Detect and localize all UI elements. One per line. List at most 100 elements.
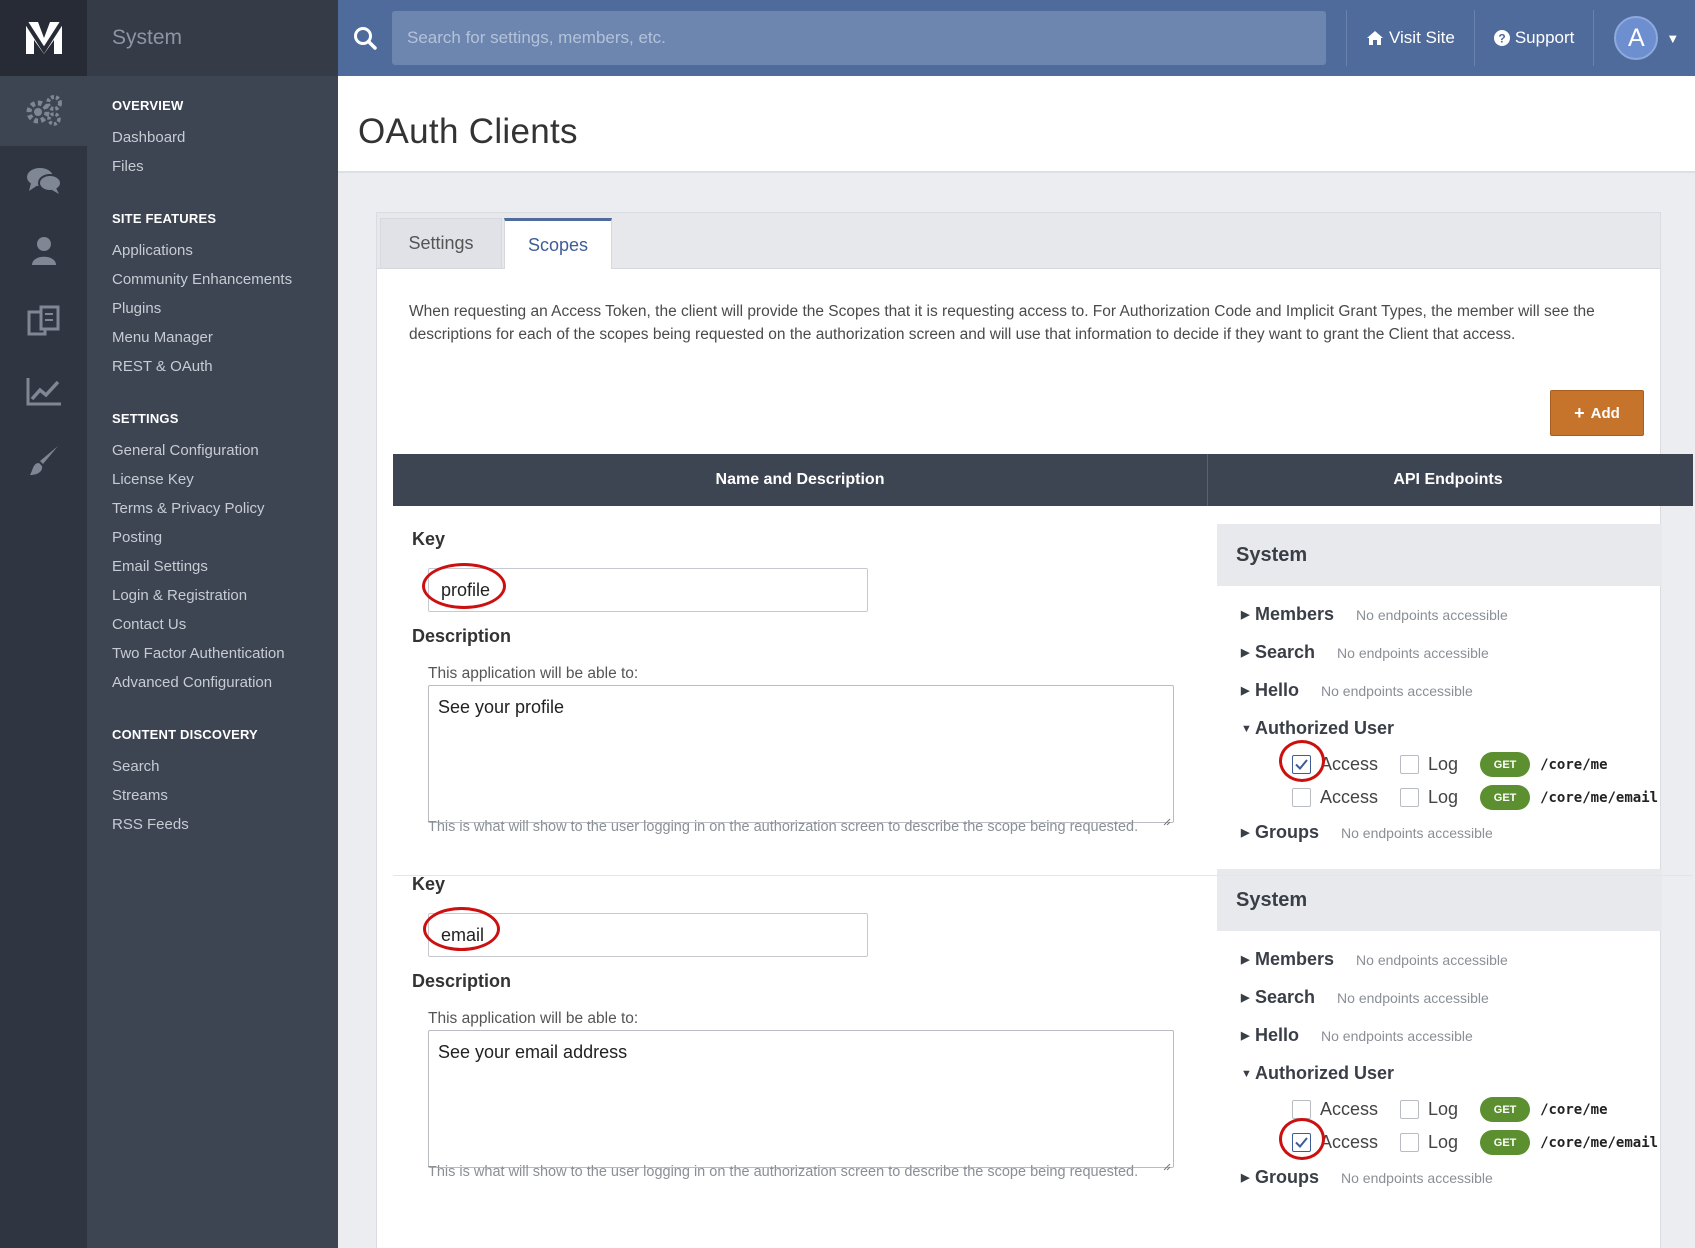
nav-section: OVERVIEW Dashboard Files: [87, 98, 338, 181]
pages-icon[interactable]: [0, 286, 87, 356]
able-to-hint: This application will be able to:: [428, 1010, 639, 1027]
no-endpoints-text: No endpoints accessible: [1321, 682, 1473, 699]
nav-item[interactable]: Two Factor Authentication: [112, 639, 338, 668]
search-icon[interactable]: [338, 26, 392, 50]
access-checkbox[interactable]: [1292, 1100, 1311, 1119]
nav-item[interactable]: Search: [112, 752, 338, 781]
brush-icon[interactable]: [0, 426, 87, 496]
nav-item[interactable]: Files: [112, 152, 338, 181]
access-checkbox[interactable]: [1292, 788, 1311, 807]
caret-right-icon: ▶: [1241, 992, 1250, 1004]
nav-item[interactable]: Terms & Privacy Policy: [112, 494, 338, 523]
nav-item[interactable]: Posting: [112, 523, 338, 552]
nav-item[interactable]: Email Settings: [112, 552, 338, 581]
nav-item[interactable]: Dashboard: [112, 123, 338, 152]
resize-grip-icon[interactable]: [1161, 810, 1171, 826]
log-label: Log: [1428, 754, 1459, 774]
nav-item[interactable]: Streams: [112, 781, 338, 810]
endpoint-group-name: Groups: [1255, 822, 1320, 842]
add-scope-button[interactable]: + Add: [1550, 390, 1644, 436]
chat-icon[interactable]: [0, 146, 87, 216]
gears-icon[interactable]: [0, 76, 87, 146]
nav-item[interactable]: Plugins: [112, 294, 338, 323]
endpoint-path: /core/me/email: [1540, 789, 1659, 806]
log-label: Log: [1428, 1099, 1459, 1119]
endpoint-group-toggle[interactable]: ▶ Search No endpoints accessible: [1241, 642, 1489, 663]
search-input[interactable]: Search for settings, members, etc.: [392, 11, 1326, 65]
endpoint-group-name: Members: [1255, 949, 1335, 969]
endpoint-path: /core/me: [1540, 1101, 1608, 1118]
scope-description-textarea[interactable]: See your email address: [428, 1030, 1174, 1171]
scope-description-textarea[interactable]: See your profile: [428, 685, 1174, 826]
endpoint-group-toggle[interactable]: ▶ Members No endpoints accessible: [1241, 604, 1508, 625]
log-checkbox[interactable]: [1400, 1133, 1420, 1152]
log-option: Log: [1400, 1099, 1458, 1120]
endpoint-group-toggle[interactable]: ▼ Authorized User: [1241, 1063, 1394, 1084]
endpoint-group-toggle[interactable]: ▶ Groups No endpoints accessible: [1241, 822, 1493, 843]
endpoint-group-toggle[interactable]: ▶ Hello No endpoints accessible: [1241, 680, 1473, 701]
nav-item[interactable]: General Configuration: [112, 436, 338, 465]
endpoint-row: Access Log GET/core/me: [1292, 1097, 1608, 1122]
nav-item[interactable]: REST & OAuth: [112, 352, 338, 381]
nav-item[interactable]: Login & Registration: [112, 581, 338, 610]
tab-settings[interactable]: Settings: [380, 218, 502, 268]
add-button-label: Add: [1590, 404, 1620, 422]
endpoint-group-name: Hello: [1255, 680, 1300, 700]
top-bar: Search for settings, members, etc. Visit…: [338, 0, 1695, 76]
logo-icon[interactable]: [0, 0, 87, 76]
access-checkbox[interactable]: [1292, 1133, 1311, 1152]
endpoint-row: Access Log GET/core/me: [1292, 752, 1608, 777]
plus-icon: +: [1574, 403, 1585, 423]
table-header: Name and Description API Endpoints: [393, 454, 1693, 506]
nav-item[interactable]: Advanced Configuration: [112, 668, 338, 697]
http-method-badge: GET: [1480, 752, 1531, 777]
endpoint-group-toggle[interactable]: ▶ Members No endpoints accessible: [1241, 949, 1508, 970]
nav-item[interactable]: License Key: [112, 465, 338, 494]
log-label: Log: [1428, 1132, 1459, 1152]
scope-key-input[interactable]: profile: [428, 568, 868, 612]
page-title: OAuth Clients: [358, 112, 578, 151]
endpoint-group-toggle[interactable]: ▶ Groups No endpoints accessible: [1241, 1167, 1493, 1188]
nav-item[interactable]: Applications: [112, 236, 338, 265]
log-checkbox[interactable]: [1400, 788, 1420, 807]
scope-key-input[interactable]: email: [428, 913, 868, 957]
endpoint-group-toggle[interactable]: ▼ Authorized User: [1241, 718, 1394, 739]
nav-item[interactable]: Contact Us: [112, 610, 338, 639]
log-label: Log: [1428, 787, 1459, 807]
caret-down-icon: ▼: [1241, 1067, 1252, 1080]
tab-scopes[interactable]: Scopes: [504, 218, 612, 269]
avatar[interactable]: A: [1614, 16, 1659, 60]
chevron-down-icon[interactable]: ▼: [1666, 31, 1679, 46]
endpoint-group-toggle[interactable]: ▶ Hello No endpoints accessible: [1241, 1025, 1473, 1046]
caret-right-icon: ▶: [1241, 685, 1250, 697]
nav-section: CONTENT DISCOVERY Search Streams RSS Feeds: [87, 727, 338, 839]
endpoint-group-name: Authorized User: [1255, 718, 1395, 738]
access-label: Access: [1320, 754, 1379, 774]
description-note: This is what will show to the user loggi…: [428, 819, 1139, 835]
able-to-hint: This application will be able to:: [428, 665, 639, 682]
search-placeholder: Search for settings, members, etc.: [407, 28, 666, 47]
nav-section: SITE FEATURES Applications Community Enhan…: [87, 211, 338, 381]
key-label: Key: [412, 874, 446, 894]
scope-description-value: See your email address: [438, 1042, 628, 1062]
nav-item[interactable]: RSS Feeds: [112, 810, 338, 839]
chart-icon[interactable]: [0, 356, 87, 426]
access-checkbox[interactable]: [1292, 755, 1311, 774]
endpoint-group-name: Search: [1255, 642, 1316, 662]
nav-item[interactable]: Menu Manager: [112, 323, 338, 352]
support-link[interactable]: ? Support: [1475, 28, 1594, 48]
scopes-intro-text: When requesting an Access Token, the cli…: [409, 303, 1595, 343]
log-checkbox[interactable]: [1400, 755, 1420, 774]
endpoint-group-toggle[interactable]: ▶ Search No endpoints accessible: [1241, 987, 1489, 1008]
visit-site-link[interactable]: Visit Site: [1347, 28, 1474, 48]
no-endpoints-text: No endpoints accessible: [1321, 1027, 1473, 1044]
nav-section-title: CONTENT DISCOVERY: [112, 727, 258, 742]
user-icon[interactable]: [0, 216, 87, 286]
no-endpoints-text: No endpoints accessible: [1356, 606, 1508, 623]
nav-item[interactable]: Community Enhancements: [112, 265, 338, 294]
log-checkbox[interactable]: [1400, 1100, 1420, 1119]
column-header-name: Name and Description: [393, 454, 1208, 506]
description-note: This is what will show to the user loggi…: [428, 1164, 1139, 1180]
resize-grip-icon[interactable]: [1161, 1155, 1171, 1171]
endpoint-group-name: Groups: [1255, 1167, 1320, 1187]
